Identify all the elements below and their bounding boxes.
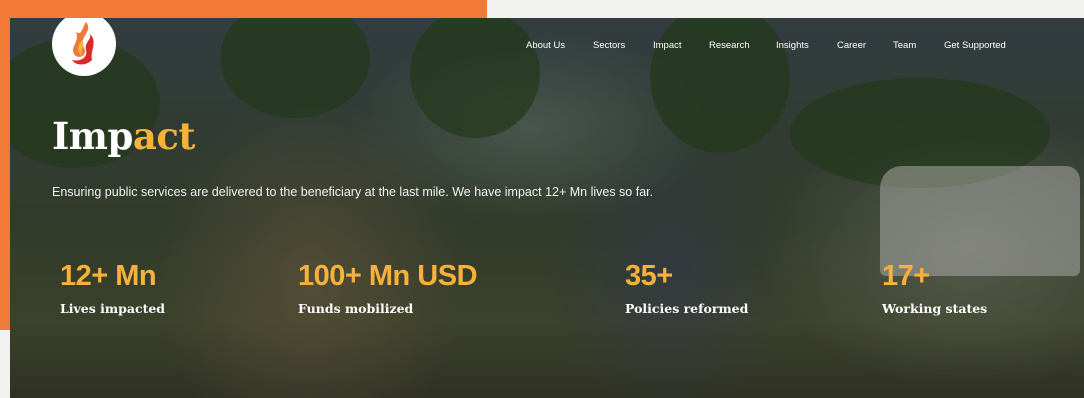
stat-value: 35+ xyxy=(625,260,673,292)
main-navigation: About Us Sectors Impact Research Insight… xyxy=(10,40,1084,54)
nav-item-career[interactable]: Career xyxy=(837,40,866,51)
stat-value: 17+ xyxy=(882,260,930,292)
stat-value: 12+ Mn xyxy=(60,260,157,292)
nav-item-research[interactable]: Research xyxy=(709,40,750,51)
page-title-part-2: act xyxy=(132,114,196,158)
nav-item-sectors[interactable]: Sectors xyxy=(593,40,625,51)
stat-value: 100+ Mn USD xyxy=(298,260,478,292)
nav-item-insights[interactable]: Insights xyxy=(776,40,809,51)
stat-label: Working states xyxy=(882,301,988,316)
stat-funds-mobilized: 100+ Mn USD Funds mobilized xyxy=(298,260,478,317)
stat-lives-impacted: 12+ Mn Lives impacted xyxy=(60,260,166,317)
stat-label: Policies reformed xyxy=(625,301,749,316)
nav-item-team[interactable]: Team xyxy=(893,40,916,51)
stat-policies-reformed: 35+ Policies reformed xyxy=(625,260,749,317)
stat-working-states: 17+ Working states xyxy=(882,260,988,317)
nav-item-about-us[interactable]: About Us xyxy=(526,40,565,51)
nav-item-impact[interactable]: Impact xyxy=(653,40,682,51)
page-title-part-1: Imp xyxy=(52,114,133,158)
page-title: Impact xyxy=(52,118,195,155)
stat-label: Lives impacted xyxy=(60,301,166,316)
impact-hero-section: About Us Sectors Impact Research Insight… xyxy=(10,18,1084,398)
nav-item-get-supported[interactable]: Get Supported xyxy=(944,40,1006,51)
stat-label: Funds mobilized xyxy=(298,301,414,316)
page-subtitle: Ensuring public services are delivered t… xyxy=(52,185,654,199)
